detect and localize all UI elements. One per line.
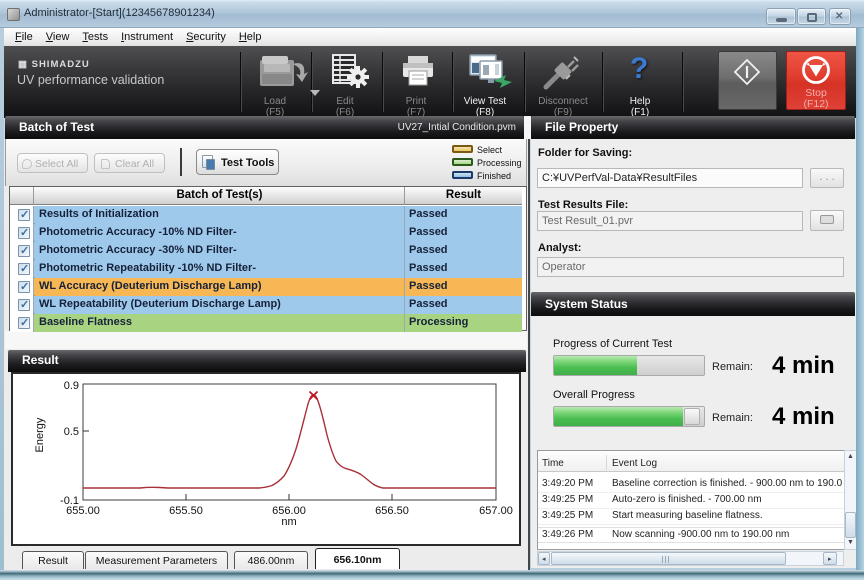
svg-text:655.50: 655.50 xyxy=(169,505,203,517)
svg-text:656.50: 656.50 xyxy=(375,505,409,517)
svg-text:0.5: 0.5 xyxy=(64,426,79,438)
svg-text:0.9: 0.9 xyxy=(64,380,79,392)
svg-text:nm: nm xyxy=(281,516,296,527)
svg-text:Energy: Energy xyxy=(34,417,46,452)
svg-text:657.00: 657.00 xyxy=(479,505,513,517)
svg-text:655.00: 655.00 xyxy=(66,505,100,517)
